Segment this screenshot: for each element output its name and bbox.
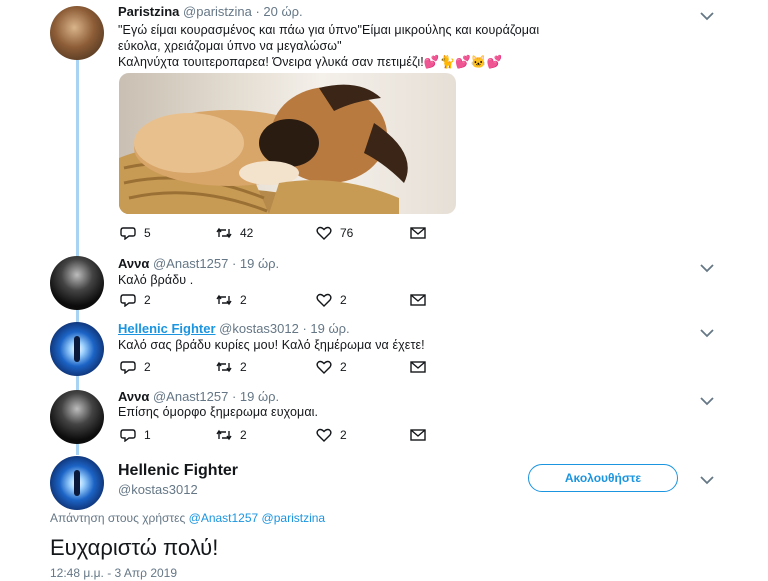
like-icon [316, 428, 332, 442]
like-button[interactable]: 2 [316, 428, 347, 442]
avatar[interactable] [50, 390, 104, 444]
tweet-header: Paristzina @paristzina · 20 ώρ. [118, 4, 303, 19]
retweet-button[interactable]: 2 [216, 428, 247, 442]
main-tweet-text: Ευχαριστώ πολύ! [50, 535, 219, 560]
message-icon [410, 429, 426, 441]
like-count: 2 [340, 428, 347, 442]
tweet-paristzina[interactable]: Paristzina @paristzina · 20 ώρ. "Εγώ είμ… [0, 0, 768, 250]
author-handle: @kostas3012 · 19 ώρ. [219, 321, 350, 336]
tweet-actions: 5 42 76 [120, 226, 450, 244]
retweet-button[interactable]: 2 [216, 360, 247, 374]
author-handle: @kostas3012 [118, 482, 198, 497]
author-handle: @Anast1257 · 19 ώρ. [152, 389, 280, 404]
reply-count: 5 [144, 226, 151, 240]
message-icon [410, 227, 426, 239]
retweet-count: 42 [240, 226, 254, 240]
reply-count: 2 [144, 360, 151, 374]
avatar[interactable] [50, 6, 104, 60]
tweet-text: Επίσης όμορφο ξημερωμα ευχομαι. [118, 405, 319, 419]
retweet-icon [216, 429, 232, 441]
chevron-down-icon[interactable] [700, 472, 718, 486]
reply-button[interactable]: 5 [120, 226, 151, 240]
retweet-icon [216, 227, 232, 239]
retweet-icon [216, 361, 232, 373]
retweet-icon [216, 294, 232, 306]
retweet-button[interactable]: 2 [216, 293, 247, 307]
tweet-actions: 1 2 2 [120, 428, 450, 446]
message-button[interactable] [410, 293, 434, 307]
reply-icon [120, 361, 136, 374]
reply-button[interactable]: 2 [120, 293, 151, 307]
reply-to-label: Απάντηση στους χρήστες [50, 511, 186, 525]
tweet-text-line: "Εγώ είμαι κουρασμένος και πάω για ύπνο"… [118, 23, 540, 37]
chevron-down-icon[interactable] [700, 260, 718, 274]
tweet-header: Αννα @Anast1257 · 19 ώρ. [118, 389, 279, 404]
tweet-anna-2[interactable]: Αννα @Anast1257 · 19 ώρ. Επίσης όμορφο ξ… [0, 384, 768, 446]
tweet-text-line: εύκολα, χρειάζομαι ύπνο να μεγαλώσω" [118, 39, 342, 53]
tweet-anna-1[interactable]: Αννα @Anast1257 · 19 ώρ. Καλό βράδυ . 2 … [0, 250, 768, 312]
chevron-down-icon[interactable] [700, 8, 718, 22]
message-button[interactable] [410, 360, 434, 374]
tweet-actions: 2 2 2 [120, 360, 450, 378]
author-handle: @Anast1257 · 19 ώρ. [152, 256, 280, 271]
reply-button[interactable]: 2 [120, 360, 151, 374]
like-icon [316, 360, 332, 374]
message-icon [410, 294, 426, 306]
like-icon [316, 293, 332, 307]
author-name[interactable]: Paristzina [118, 4, 179, 19]
author-name[interactable]: Hellenic Fighter [118, 321, 216, 336]
mention-link[interactable]: @Anast1257 [189, 511, 259, 525]
tweet-header: Hellenic Fighter @kostas3012 · 19 ώρ. [118, 321, 350, 336]
like-icon [316, 226, 332, 240]
tweet-text: Καλό σας βράδυ κυρίες μου! Καλό ξημέρωμα… [118, 338, 425, 352]
chevron-down-icon[interactable] [700, 325, 718, 339]
reply-count: 1 [144, 428, 151, 442]
tweet-text: "Εγώ είμαι κουρασμένος και πάω για ύπνο"… [118, 22, 539, 70]
tweet-text: Καλό βράδυ . [118, 273, 194, 287]
reply-to-line: Απάντηση στους χρήστες @Anast1257 @paris… [50, 511, 325, 525]
message-button[interactable] [410, 226, 434, 240]
like-button[interactable]: 76 [316, 226, 353, 240]
like-count: 76 [340, 226, 354, 240]
author-name[interactable]: Hellenic Fighter [118, 462, 238, 480]
tweet-hellenic-fighter[interactable]: Hellenic Fighter @kostas3012 · 19 ώρ. Κα… [0, 316, 768, 378]
author-handle: @paristzina · 20 ώρ. [183, 4, 303, 19]
mention-link[interactable]: @paristzina [262, 511, 326, 525]
like-button[interactable]: 2 [316, 293, 347, 307]
like-button[interactable]: 2 [316, 360, 347, 374]
tweet-header: Αννα @Anast1257 · 19 ώρ. [118, 256, 279, 271]
author-name[interactable]: Αννα [118, 256, 149, 271]
chevron-down-icon[interactable] [700, 393, 718, 407]
reply-icon [120, 227, 136, 240]
follow-button[interactable]: Ακολουθήστε [528, 464, 678, 492]
message-icon [410, 361, 426, 373]
message-button[interactable] [410, 428, 434, 442]
retweet-count: 2 [240, 428, 247, 442]
timestamp[interactable]: 12:48 μ.μ. - 3 Απρ 2019 [50, 566, 177, 580]
tweet-actions: 2 2 2 [120, 293, 450, 311]
avatar[interactable] [50, 256, 104, 310]
like-count: 2 [340, 360, 347, 374]
avatar[interactable] [50, 456, 104, 510]
reply-icon [120, 429, 136, 442]
reply-icon [120, 294, 136, 307]
retweet-count: 2 [240, 293, 247, 307]
puppy-photo[interactable] [119, 73, 456, 214]
avatar[interactable] [50, 322, 104, 376]
like-count: 2 [340, 293, 347, 307]
retweet-count: 2 [240, 360, 247, 374]
reply-button[interactable]: 1 [120, 428, 151, 442]
reply-count: 2 [144, 293, 151, 307]
tweet-text-line: Καληνύχτα τουιτεροπαρεα! Όνειρα γλυκά σα… [118, 55, 503, 69]
retweet-button[interactable]: 42 [216, 226, 253, 240]
author-name[interactable]: Αννα [118, 389, 149, 404]
